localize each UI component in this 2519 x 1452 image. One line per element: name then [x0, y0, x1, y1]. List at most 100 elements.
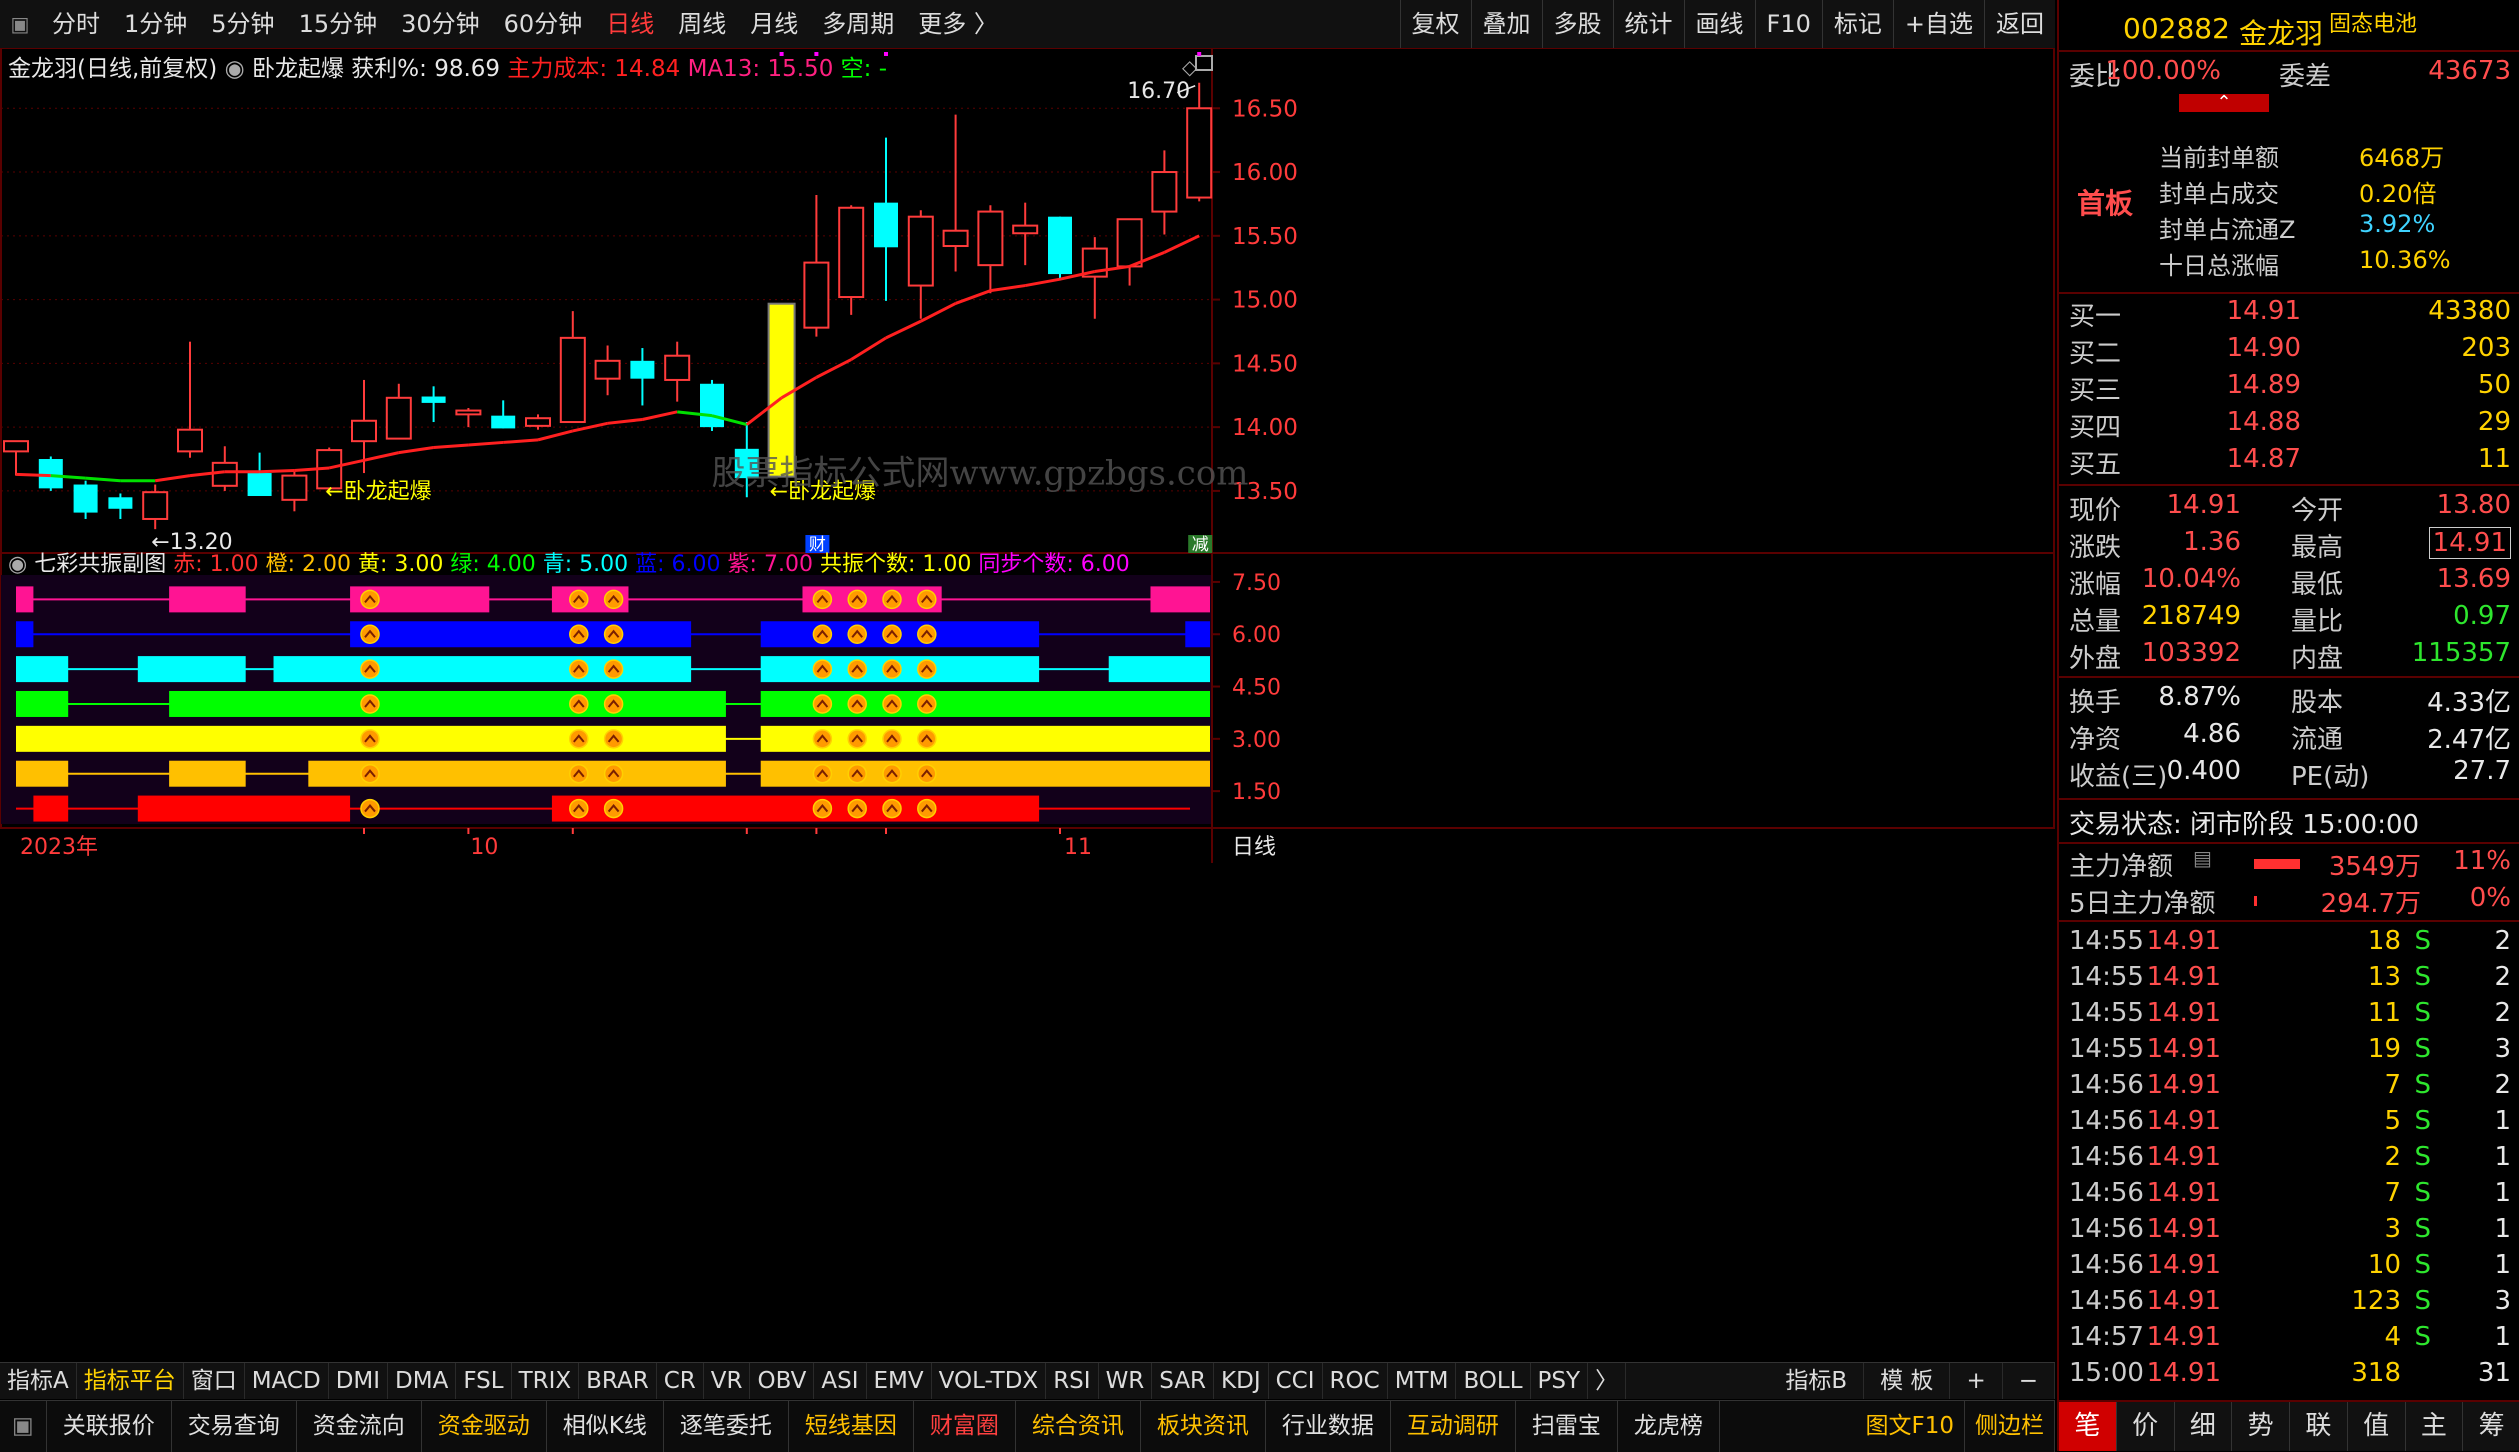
function-tab[interactable]: 资金流向 [297, 1401, 422, 1452]
chart-tool-button[interactable]: 统计 [1612, 0, 1684, 48]
indicator-tab[interactable]: CR [657, 1363, 704, 1399]
indicator-tab[interactable]: 指标平台 [77, 1363, 184, 1399]
panel-tab[interactable]: 值 [2348, 1402, 2406, 1451]
function-tab[interactable]: 相似K线 [547, 1401, 664, 1452]
period-tab[interactable]: 更多 〉 [906, 0, 1010, 48]
indicator-tab[interactable]: KDJ [1214, 1363, 1269, 1399]
function-tab[interactable]: 短线基因 [789, 1401, 914, 1452]
candle-body-down[interactable] [108, 497, 133, 509]
period-tab[interactable]: 多周期 [810, 0, 906, 48]
window-icon[interactable] [1195, 55, 1213, 71]
panel-tab[interactable]: 笔 [2059, 1402, 2117, 1451]
function-tab[interactable]: 龙虎榜 [1618, 1401, 1720, 1452]
period-tab[interactable]: 分时 [40, 0, 112, 48]
panel-tab[interactable]: 细 [2175, 1402, 2233, 1451]
candle-body-up[interactable] [977, 210, 1004, 267]
indicator-tab[interactable]: CCI [1269, 1363, 1323, 1399]
period-tab[interactable]: 周线 [666, 0, 738, 48]
candle-body-down[interactable] [630, 360, 655, 379]
function-tab[interactable]: 综合资讯 [1016, 1401, 1141, 1452]
panel-tab[interactable]: 主 [2406, 1402, 2464, 1451]
indicator-tab[interactable]: PSY [1531, 1363, 1589, 1399]
candle-body-down[interactable] [700, 383, 724, 428]
candle-body-up[interactable] [385, 396, 412, 440]
chart-tool-button[interactable]: 多股 [1541, 0, 1613, 48]
function-tab[interactable]: 互动调研 [1391, 1401, 1516, 1452]
candle-body-down[interactable] [73, 484, 98, 513]
candle-body-up[interactable] [907, 215, 934, 287]
chart-tool-button[interactable]: F10 [1754, 0, 1822, 48]
candle-body-down[interactable] [874, 202, 898, 248]
candle-body-up[interactable] [664, 354, 691, 381]
indicator-right-button[interactable]: 模 板 [1864, 1363, 1951, 1399]
candle-body-up[interactable] [1116, 218, 1143, 268]
period-tab[interactable]: 60分钟 [492, 0, 595, 48]
function-tab[interactable]: 交易查询 [172, 1401, 297, 1452]
candle-body-up[interactable] [351, 419, 377, 443]
function-tab[interactable]: 关联报价 [47, 1401, 172, 1452]
indicator-tab[interactable]: BRAR [579, 1363, 657, 1399]
candle-body-up[interactable] [838, 206, 865, 299]
concept-tag[interactable]: 固态电池 [2329, 6, 2417, 38]
candle-body-up[interactable] [3, 440, 29, 453]
candle-body-up[interactable] [1012, 224, 1039, 235]
function-tab[interactable]: 逐笔委托 [664, 1401, 789, 1452]
period-tab[interactable]: 5分钟 [199, 0, 286, 48]
candle-body-up[interactable] [455, 409, 482, 416]
indicator-tab[interactable]: OBV [750, 1363, 815, 1399]
chart-area[interactable]: 13.50 14.00 14.50 15.00 15.50 16.00 16.50 金龙羽(日… [0, 48, 2055, 1370]
panel-tab[interactable]: 势 [2232, 1402, 2290, 1451]
indicator-tab[interactable]: 〉 [1588, 1363, 1627, 1399]
indicator-right-button[interactable]: − [2003, 1363, 2055, 1399]
period-tab[interactable]: 30分钟 [389, 0, 492, 48]
panel-tab[interactable]: 价 [2117, 1402, 2175, 1451]
candle-body-up[interactable] [803, 261, 830, 329]
chart-tool-button[interactable]: +自选 [1892, 0, 1984, 48]
chart-tool-button[interactable]: 返回 [1984, 0, 2055, 48]
indicator-right-button[interactable]: + [1950, 1363, 2003, 1399]
candle-body-down[interactable] [491, 415, 516, 429]
indicator-tab[interactable]: DMA [388, 1363, 457, 1399]
menu-icon[interactable]: ▣ [0, 1401, 47, 1452]
candle-body-up[interactable] [559, 336, 586, 424]
indicator-tab[interactable]: 指标A [0, 1363, 77, 1399]
chart-tool-button[interactable]: 叠加 [1470, 0, 1542, 48]
indicator-tab[interactable]: ASI [814, 1363, 867, 1399]
candle-body-down[interactable] [1048, 216, 1072, 275]
indicator-tab[interactable]: TRIX [512, 1363, 580, 1399]
candle-body-up[interactable] [1186, 107, 1213, 199]
period-tab[interactable]: 15分钟 [287, 0, 390, 48]
period-tab[interactable]: 月线 [738, 0, 810, 48]
candle-body-down[interactable] [421, 396, 446, 403]
candle-body-down[interactable] [38, 459, 63, 489]
menu-icon[interactable]: ▣ [0, 0, 40, 48]
chart-tool-button[interactable]: 复权 [1399, 0, 1471, 48]
indicator-tab[interactable]: RSI [1046, 1363, 1099, 1399]
indicator-tab[interactable]: FSL [456, 1363, 512, 1399]
period-tab[interactable]: 日线 [594, 0, 666, 48]
period-tab[interactable]: 1分钟 [112, 0, 199, 48]
panel-tab[interactable]: 筹 [2463, 1402, 2519, 1451]
indicator-tab[interactable]: VR [704, 1363, 751, 1399]
chart-tool-button[interactable]: 画线 [1683, 0, 1755, 48]
indicator-tab[interactable]: MACD [245, 1363, 329, 1399]
indicator-tab[interactable]: EMV [867, 1363, 932, 1399]
indicator-tab[interactable]: WR [1099, 1363, 1153, 1399]
candle-body-up[interactable] [594, 359, 621, 380]
candle-body-up[interactable] [177, 428, 203, 453]
panel-tab[interactable]: 联 [2290, 1402, 2348, 1451]
collapse-button[interactable]: ⌃ [2179, 94, 2269, 112]
kline-chart[interactable]: 13.5014.0014.5015.0015.5016.0016.50金龙羽(日… [0, 48, 2055, 1370]
function-tab[interactable]: 资金驱动 [422, 1401, 547, 1452]
candle-body-up[interactable] [525, 417, 551, 427]
function-tab[interactable]: 板块资讯 [1141, 1401, 1266, 1452]
candle-body-up[interactable] [211, 461, 238, 487]
candle-body-up[interactable] [281, 474, 308, 501]
indicator-tab[interactable]: ROC [1323, 1363, 1388, 1399]
indicator-tab[interactable]: 窗口 [184, 1363, 245, 1399]
indicator-tab[interactable]: VOL-TDX [932, 1363, 1047, 1399]
indicator-tab[interactable]: BOLL [1456, 1363, 1531, 1399]
candle-body-up[interactable] [942, 229, 969, 248]
function-tab[interactable]: 行业数据 [1266, 1401, 1391, 1452]
indicator-right-button[interactable]: 指标B [1769, 1363, 1865, 1399]
